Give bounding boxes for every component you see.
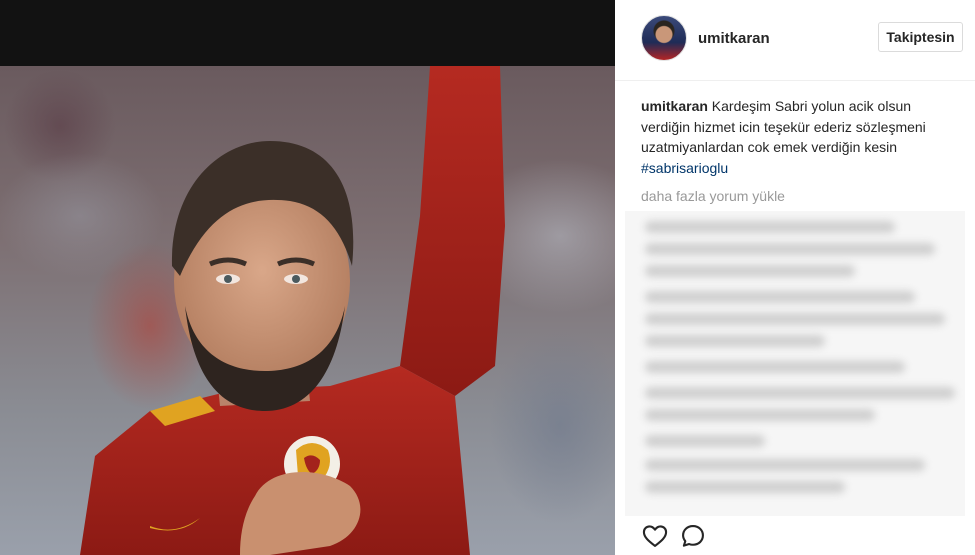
player-illustration: [80, 66, 505, 555]
post-actions: [639, 522, 739, 552]
post-header: umitkaran Takiptesin: [615, 0, 975, 81]
post-photo[interactable]: [0, 66, 615, 555]
blurred-comments: [625, 211, 965, 516]
media-top-bar: [0, 0, 615, 66]
post-panel: umitkaran Takiptesin umitkaran Kardeşim …: [615, 0, 975, 555]
caption-username[interactable]: umitkaran: [641, 98, 708, 114]
post-media: [0, 0, 615, 555]
caption-hashtag[interactable]: #sabrisarioglu: [641, 160, 728, 176]
comment-icon[interactable]: [679, 522, 707, 550]
avatar[interactable]: [641, 15, 687, 61]
following-button[interactable]: Takiptesin: [878, 22, 963, 52]
post-username[interactable]: umitkaran: [698, 30, 770, 47]
post-caption: umitkaran Kardeşim Sabri yolun acik olsu…: [641, 96, 961, 178]
heart-icon[interactable]: [641, 522, 669, 550]
load-more-comments-link[interactable]: daha fazla yorum yükle: [641, 188, 785, 204]
